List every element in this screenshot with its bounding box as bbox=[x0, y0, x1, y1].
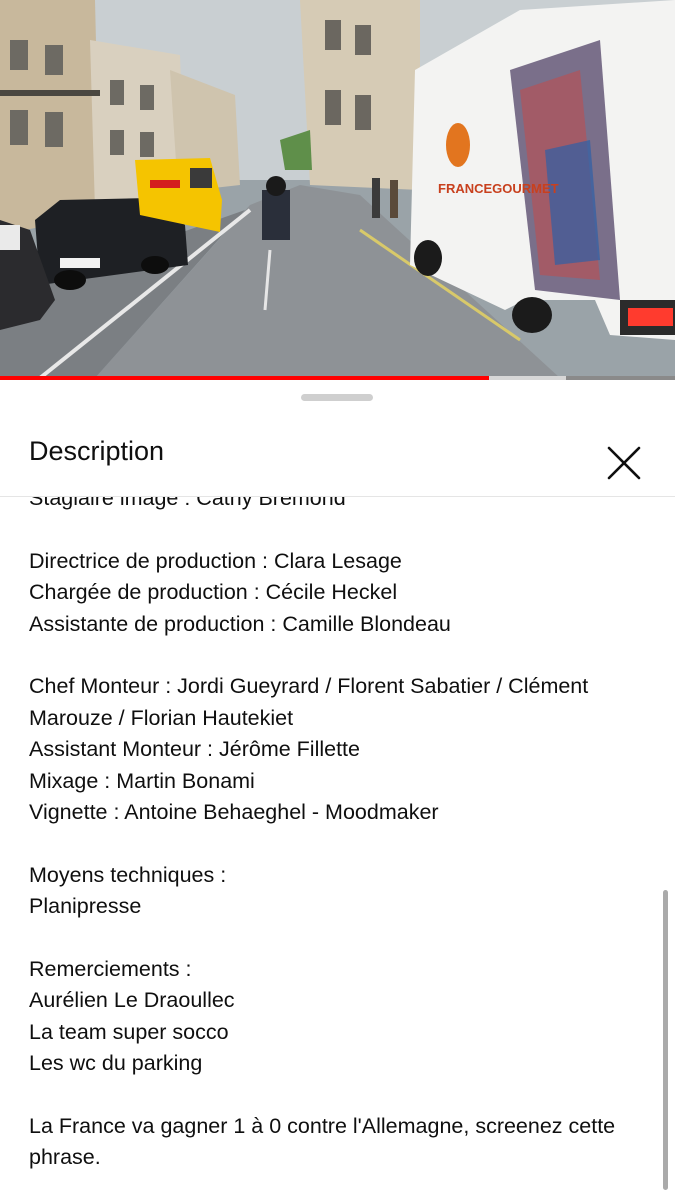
credit-line: Stagiaire image : Cathy Bremond bbox=[29, 497, 346, 510]
truck-brand-text: FRANCEGOURMET bbox=[438, 181, 559, 196]
credit-line: La team super socco bbox=[29, 1019, 229, 1044]
credit-line: Les wc du parking bbox=[29, 1051, 203, 1076]
credit-line: Mixage : Martin Bonami bbox=[29, 768, 255, 793]
credit-line: Remerciements : bbox=[29, 957, 192, 982]
credit-line: Chef Monteur : Jordi Gueyrard / Florent … bbox=[29, 674, 589, 730]
video-frame: FRANCEGOURMET bbox=[0, 0, 675, 378]
sheet-header: Description bbox=[0, 412, 675, 496]
description-body[interactable]: Stagiaire image : Cathy Bremond Directri… bbox=[0, 497, 675, 1200]
credit-line: Directrice de production : Clara Lesage bbox=[29, 548, 402, 573]
credit-line: Vignette : Antoine Behaeghel - Moodmaker bbox=[29, 800, 439, 825]
video-player[interactable]: FRANCEGOURMET bbox=[0, 0, 675, 378]
description-sheet: Description Stagiaire image : Cathy Brem… bbox=[0, 380, 675, 1200]
scrollbar-thumb[interactable] bbox=[663, 890, 668, 1190]
credit-line: Moyens techniques : bbox=[29, 862, 227, 887]
credit-line: Chargée de production : Cécile Heckel bbox=[29, 580, 398, 605]
description-text: Stagiaire image : Cathy Bremond Directri… bbox=[29, 497, 649, 1174]
sheet-title: Description bbox=[29, 436, 165, 466]
credit-line: Planipresse bbox=[29, 894, 142, 919]
drag-handle[interactable] bbox=[301, 394, 373, 401]
credit-line: Assistante de production : Camille Blond… bbox=[29, 611, 451, 636]
close-icon bbox=[607, 446, 641, 480]
credit-line: Assistant Monteur : Jérôme Fillette bbox=[29, 737, 360, 762]
credit-line: La France va gagner 1 à 0 contre l'Allem… bbox=[29, 1114, 616, 1170]
close-button[interactable] bbox=[600, 439, 648, 487]
credit-line: Aurélien Le Draoullec bbox=[29, 988, 235, 1013]
